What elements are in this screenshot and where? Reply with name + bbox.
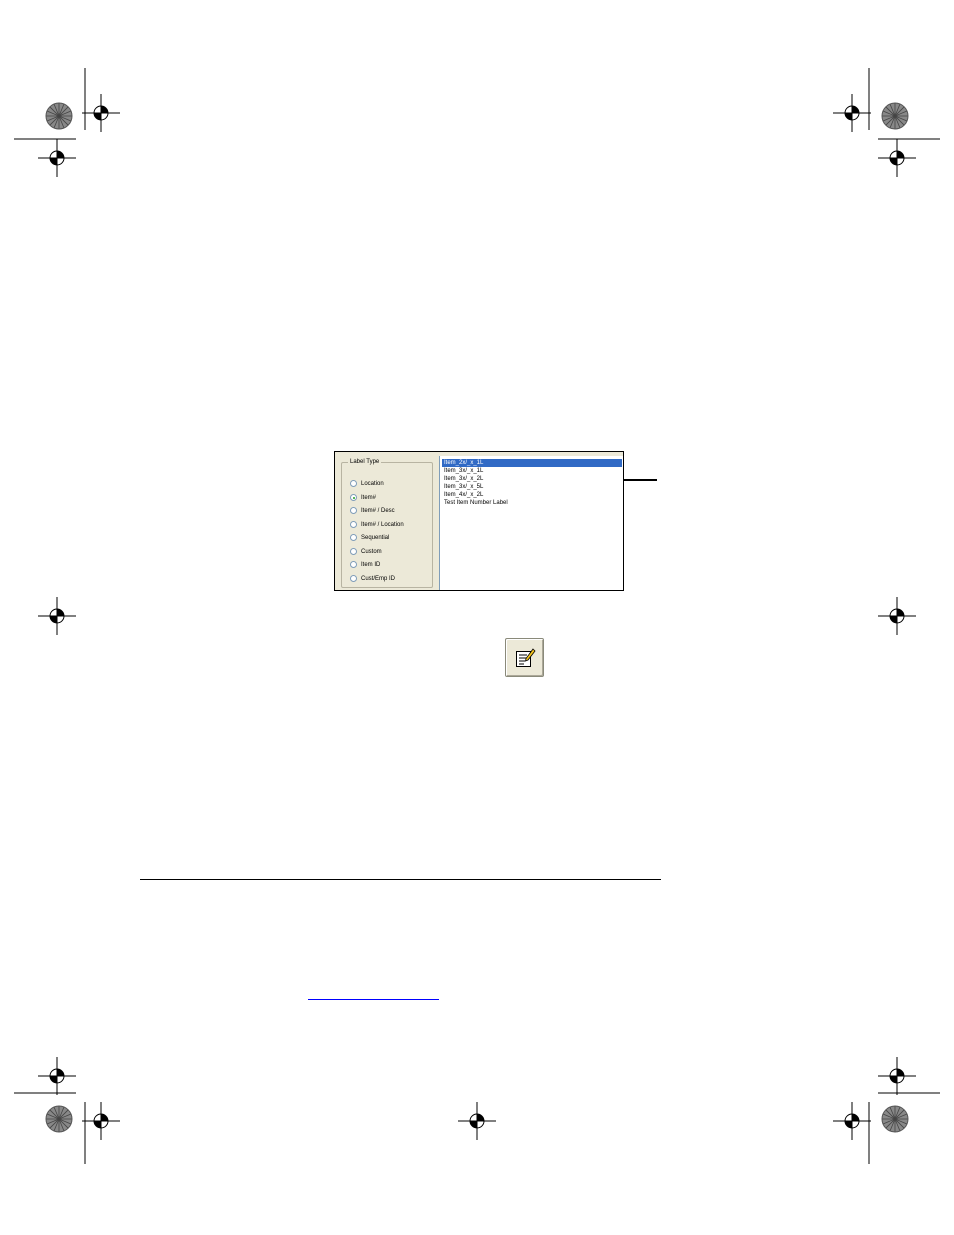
crosshair-registration-icon [832, 1101, 872, 1141]
radio-button[interactable] [350, 494, 357, 501]
crosshair-registration-icon [877, 138, 917, 178]
crosshair-registration-icon [37, 1056, 77, 1096]
list-item[interactable]: Item_4x/_x_2L [442, 491, 622, 499]
label-type-dialog: Label Type Location Item# Item# / Desc I… [334, 451, 624, 591]
starburst-target-icon [881, 1105, 909, 1133]
radio-button[interactable] [350, 575, 357, 582]
radio-label: Item ID [361, 561, 381, 568]
crosshair-registration-icon [832, 93, 872, 133]
radio-item-id[interactable]: Item ID [350, 560, 380, 569]
radio-sequential[interactable]: Sequential [350, 533, 389, 542]
radio-label: Item# [361, 494, 377, 501]
radio-item-location[interactable]: Item# / Location [350, 520, 404, 529]
list-item[interactable]: Item_3x/_x_1L [442, 467, 622, 475]
radio-button[interactable] [350, 548, 357, 555]
radio-button[interactable] [350, 534, 357, 541]
radio-label: Cust/Emp ID [361, 575, 396, 582]
starburst-target-icon [45, 102, 73, 130]
radio-button[interactable] [350, 480, 357, 487]
crosshair-registration-icon [81, 1101, 121, 1141]
crosshair-registration-icon [37, 138, 77, 178]
edit-label-button[interactable] [505, 638, 544, 677]
crosshair-registration-icon [37, 596, 77, 636]
radio-label: Custom [361, 548, 382, 555]
starburst-target-icon [45, 1105, 73, 1133]
label-list[interactable]: Item_2x/_x_1L Item_3x/_x_1L Item_3x/_x_2… [439, 456, 623, 590]
list-item[interactable]: Item_3x/_x_5L [442, 483, 622, 491]
radio-item-number[interactable]: Item# [350, 493, 376, 502]
list-item[interactable]: Item_3x/_x_2L [442, 475, 622, 483]
radio-cust-emp-id[interactable]: Cust/Emp ID [350, 574, 395, 583]
radio-custom[interactable]: Custom [350, 547, 382, 556]
list-item[interactable]: Test Item Number Label [442, 499, 622, 507]
radio-item-desc[interactable]: Item# / Desc [350, 506, 395, 515]
radio-label: Item# / Desc [361, 507, 395, 514]
label-type-group: Label Type Location Item# Item# / Desc I… [341, 458, 433, 588]
radio-label: Item# / Location [361, 521, 404, 528]
crosshair-registration-icon [457, 1101, 497, 1141]
radio-button[interactable] [350, 521, 357, 528]
starburst-target-icon [881, 102, 909, 130]
crosshair-registration-icon [81, 93, 121, 133]
radio-button[interactable] [350, 561, 357, 568]
crop-lines [14, 68, 940, 1164]
group-title: Label Type [348, 458, 382, 466]
list-item[interactable]: Item_2x/_x_1L [442, 459, 622, 467]
crosshair-registration-icon [877, 596, 917, 636]
edit-label-icon [516, 648, 536, 667]
radio-button[interactable] [350, 507, 357, 514]
radio-location[interactable]: Location [350, 479, 384, 488]
radio-label: Location [361, 480, 384, 487]
hyperlink-underline[interactable] [308, 999, 439, 1000]
radio-label: Sequential [361, 534, 390, 541]
crosshair-registration-icon [877, 1056, 917, 1096]
section-divider [140, 879, 661, 880]
print-marks [14, 68, 940, 1164]
